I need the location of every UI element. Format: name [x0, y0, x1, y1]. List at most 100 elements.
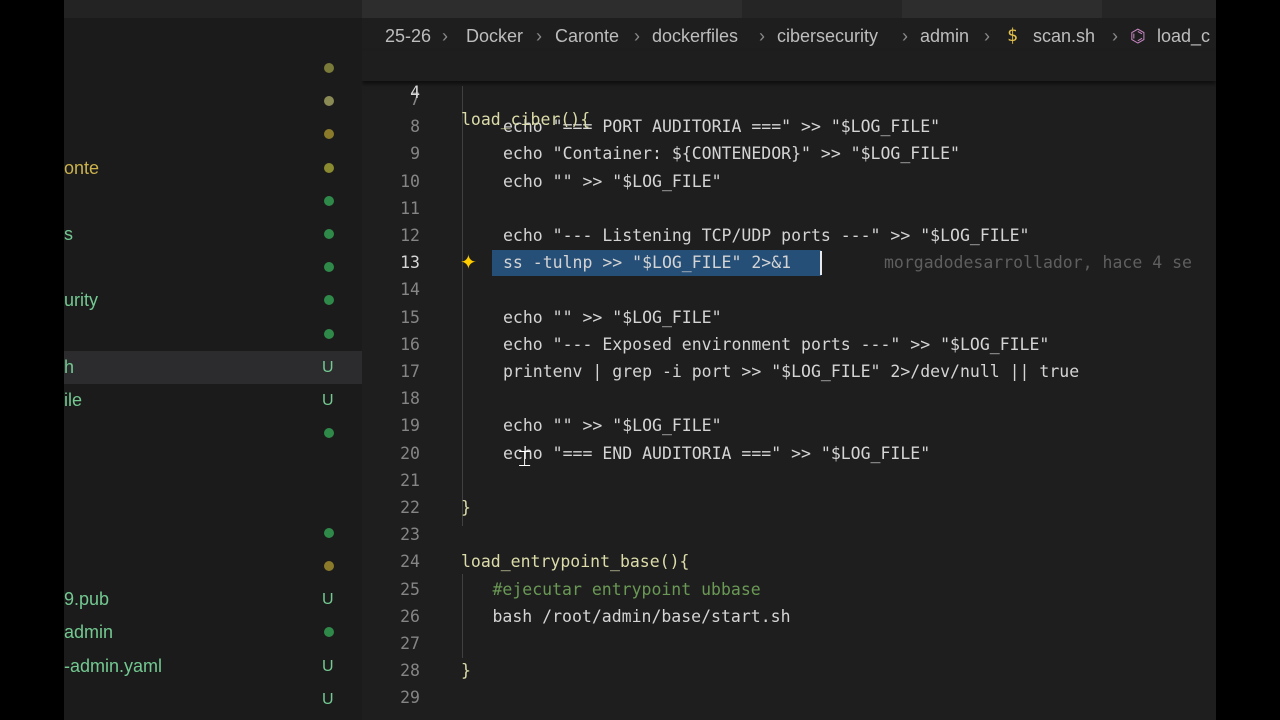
- explorer-item[interactable]: [64, 52, 362, 85]
- git-untracked-badge: U: [322, 691, 334, 708]
- git-status-dot: [324, 129, 334, 139]
- explorer-item[interactable]: [64, 484, 362, 517]
- explorer-item[interactable]: [64, 251, 362, 284]
- code-line[interactable]: 28}: [362, 657, 1216, 684]
- code-line[interactable]: 23: [362, 521, 1216, 548]
- sparkle-icon[interactable]: ✦: [460, 251, 477, 275]
- code-line[interactable]: 14: [362, 276, 1216, 303]
- line-number: 22: [400, 498, 420, 517]
- tab-strip[interactable]: [362, 0, 1216, 18]
- code-line[interactable]: 12 echo "--- Listening TCP/UDP ports ---"…: [362, 222, 1216, 249]
- code-line[interactable]: 10 echo "" >> "$LOG_FILE": [362, 168, 1216, 195]
- explorer-item[interactable]: [64, 450, 362, 483]
- git-untracked-badge: U: [322, 658, 334, 675]
- git-status-dot: [324, 262, 334, 272]
- editor-tab[interactable]: [902, 0, 1102, 18]
- explorer-item[interactable]: -admin.yaml U: [64, 650, 362, 683]
- breadcrumb-symbol[interactable]: load_c: [1157, 18, 1210, 54]
- code-line[interactable]: 25 #ejecutar entrypoint ubbase: [362, 576, 1216, 603]
- explorer-item[interactable]: 9.pub U: [64, 583, 362, 616]
- breadcrumb-file[interactable]: scan.sh: [1033, 18, 1095, 54]
- code-text: echo "=== END AUDITORIA ===" >> "$LOG_FI…: [503, 444, 931, 463]
- breadcrumb-item[interactable]: Caronte: [555, 18, 619, 54]
- breadcrumb-item[interactable]: admin: [920, 18, 969, 54]
- code-line[interactable]: 27: [362, 630, 1216, 657]
- code-text: load_ciber(){: [461, 110, 591, 129]
- code-line[interactable]: 20 echo "=== END AUDITORIA ===" >> "$LOG_…: [362, 440, 1216, 467]
- code-line[interactable]: 11: [362, 195, 1216, 222]
- git-status-dot: [324, 329, 334, 339]
- git-status-dot: [324, 561, 334, 571]
- line-number: 16: [400, 335, 420, 354]
- code-text: echo "" >> "$LOG_FILE": [503, 416, 722, 435]
- code-text: echo "Container: ${CONTENEDOR}" >> "$LOG…: [503, 144, 960, 163]
- code-line[interactable]: 16 echo "--- Exposed environment ports --…: [362, 331, 1216, 358]
- explorer-item[interactable]: U: [64, 716, 362, 720]
- code-line[interactable]: 13 ss -tulnp >> "$LOG_FILE" 2>&1 morgadode…: [362, 249, 1216, 276]
- breadcrumb: 25-26 › Docker › Caronte › dockerfiles ›…: [362, 18, 1216, 54]
- git-status-dot: [324, 627, 334, 637]
- code-line[interactable]: 22}: [362, 494, 1216, 521]
- explorer-item-label: ile: [64, 390, 83, 410]
- explorer-item[interactable]: [64, 185, 362, 218]
- line-number: 13: [400, 253, 420, 272]
- explorer-item[interactable]: onte: [64, 152, 362, 185]
- explorer-item[interactable]: admin: [64, 616, 362, 649]
- code-line[interactable]: 26 bash /root/admin/base/start.sh: [362, 603, 1216, 630]
- explorer-item[interactable]: U: [64, 683, 362, 716]
- breadcrumb-item[interactable]: Docker: [466, 18, 523, 54]
- git-status-dot: [324, 528, 334, 538]
- code-line[interactable]: 18: [362, 385, 1216, 412]
- code-text: printenv | grep -i port >> "$LOG_FILE" 2…: [503, 362, 1080, 381]
- explorer-item-label: h: [64, 357, 75, 377]
- line-number: 12: [400, 226, 420, 245]
- git-status-dot: [324, 196, 334, 206]
- code-line[interactable]: 15 echo "" >> "$LOG_FILE": [362, 304, 1216, 331]
- explorer-item[interactable]: [64, 85, 362, 118]
- breadcrumb-item[interactable]: 25-26: [385, 18, 431, 54]
- breadcrumb-item[interactable]: dockerfiles: [652, 18, 738, 54]
- line-number: 19: [400, 416, 420, 435]
- code-editor[interactable]: 25-26 › Docker › Caronte › dockerfiles ›…: [362, 0, 1216, 720]
- breadcrumb-item[interactable]: cibersecurity: [777, 18, 878, 54]
- line-number: 26: [400, 607, 420, 626]
- sticky-line: 4 load_ciber(){: [362, 52, 1216, 129]
- git-untracked-badge: U: [322, 392, 334, 409]
- explorer-item[interactable]: [64, 118, 362, 151]
- explorer-item[interactable]: urity: [64, 284, 362, 317]
- code-line[interactable]: 21: [362, 467, 1216, 494]
- explorer-item-label: onte: [64, 158, 100, 178]
- breadcrumb-separator: ›: [902, 26, 908, 46]
- git-status-dot: [324, 96, 334, 106]
- explorer-item[interactable]: [64, 417, 362, 450]
- line-number: 28: [400, 661, 420, 680]
- explorer-item[interactable]: [64, 550, 362, 583]
- breadcrumb-separator: ›: [759, 26, 765, 46]
- code-text: ss -tulnp >> "$LOG_FILE" 2>&1: [503, 253, 792, 272]
- outer-left-margin: [0, 0, 64, 720]
- code-line[interactable]: 29: [362, 684, 1216, 711]
- code-text: echo "--- Exposed environment ports ---"…: [503, 335, 1050, 354]
- explorer-item[interactable]: hU: [64, 351, 362, 384]
- sidebar-top-strip: [64, 0, 362, 18]
- line-number: 11: [400, 199, 420, 218]
- text-cursor-icon: ⌶: [518, 447, 532, 472]
- explorer-item[interactable]: [64, 517, 362, 550]
- explorer-item[interactable]: ile U: [64, 384, 362, 417]
- line-number: 18: [400, 389, 420, 408]
- breadcrumb-separator: ›: [634, 26, 640, 46]
- line-number: 29: [400, 688, 420, 707]
- code-line[interactable]: 19 echo "" >> "$LOG_FILE": [362, 412, 1216, 439]
- line-number: 24: [400, 552, 420, 571]
- editor-tab[interactable]: [362, 0, 742, 18]
- explorer-item[interactable]: [64, 318, 362, 351]
- outer-right-margin: [1216, 0, 1280, 720]
- explorer-item[interactable]: s: [64, 218, 362, 251]
- code-text: #ejecutar entrypoint ubbase: [492, 580, 761, 599]
- explorer-sidebar: onte s urity h Uile U 9.pub Uadmin -admin.yaml U U…: [64, 0, 362, 720]
- git-status-dot: [324, 63, 334, 73]
- sticky-scroll-header[interactable]: 4 load_ciber(){: [362, 51, 1216, 129]
- code-line[interactable]: 17 printenv | grep -i port >> "$LOG_FILE"…: [362, 358, 1216, 385]
- code-line[interactable]: 9 echo "Container: ${CONTENEDOR}" >> "$LO…: [362, 140, 1216, 167]
- code-line[interactable]: 24 load_entrypoint_base(){: [362, 548, 1216, 575]
